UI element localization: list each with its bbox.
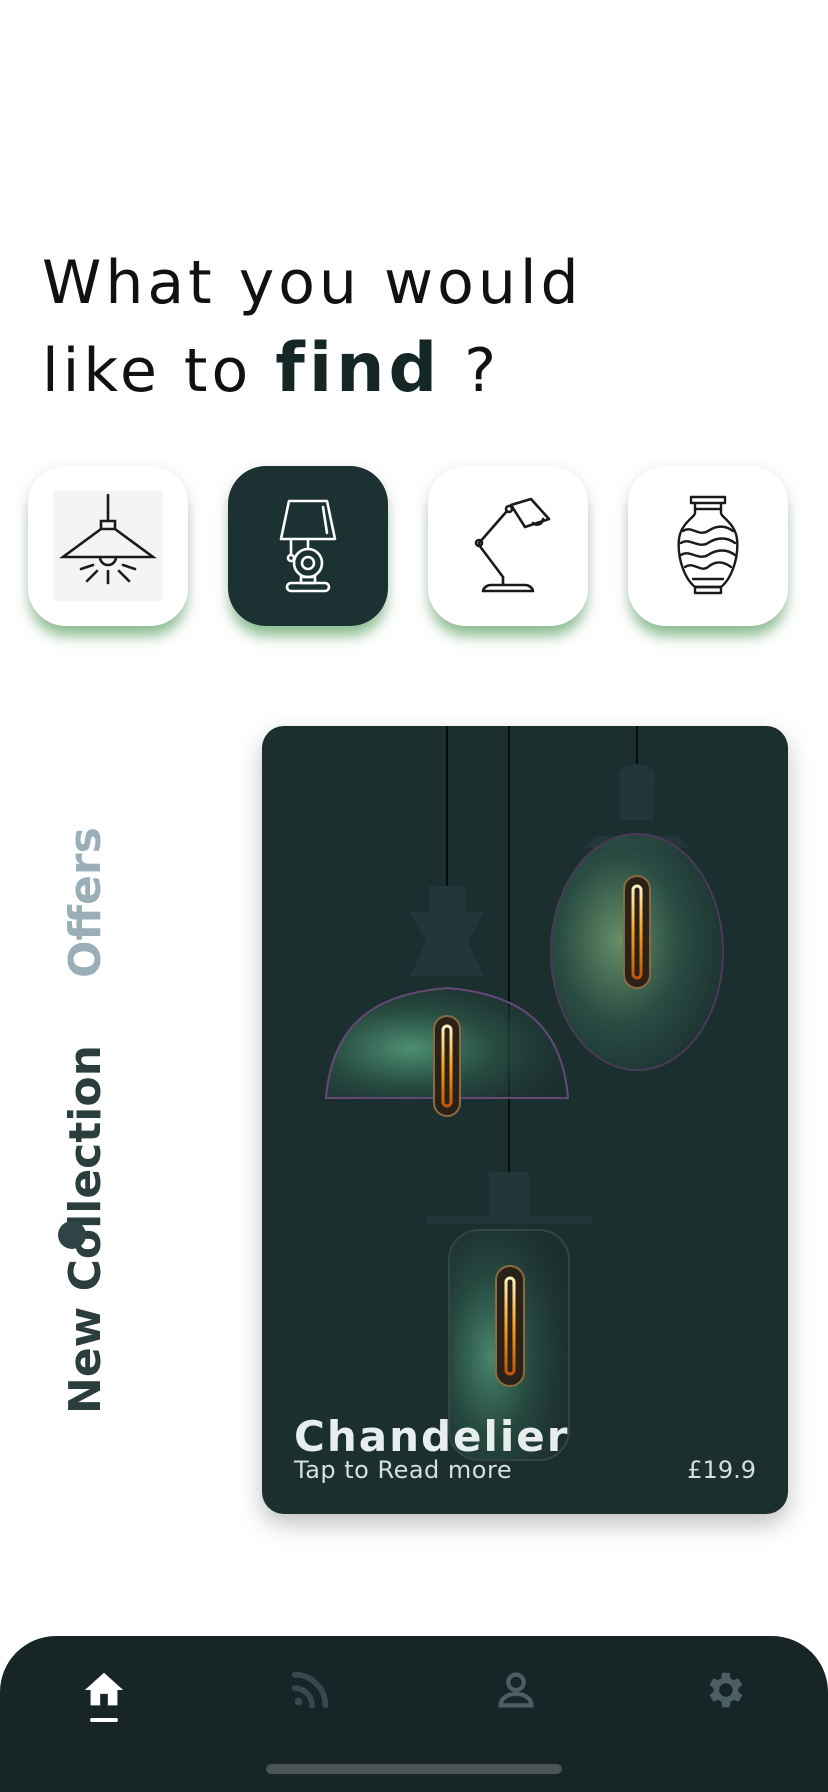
desk-lamp-icon [474,497,551,593]
profile-icon [498,1672,534,1708]
tab-offers[interactable]: Offers [60,827,111,978]
category-table-lamp[interactable] [228,466,388,626]
vase-icon [677,495,739,595]
headline-line-1: What you would [42,248,583,318]
category-desk-lamp[interactable] [428,466,588,626]
product-title: Chandelier [294,1412,570,1461]
nav-home[interactable] [74,1660,134,1720]
settings-icon [709,1672,743,1708]
ceiling-lamp-icon [53,491,163,601]
nav-profile[interactable] [486,1660,546,1720]
home-icon [84,1672,124,1706]
feed-icon [291,1671,329,1709]
nav-active-underline [90,1718,118,1722]
headline-strong-word: find [275,329,442,408]
product-card[interactable]: Chandelier Tap to Read more £19.9 [262,726,788,1514]
category-ceiling-lamp[interactable] [28,466,188,626]
bottom-navigation [0,1636,828,1792]
headline-line-2: like to find ? [42,326,583,414]
pendant-lamps-image [324,726,724,1461]
headline-prefix: like to [42,336,276,406]
headline-suffix: ? [441,336,501,406]
nav-settings[interactable] [694,1660,754,1720]
category-selector [28,466,788,626]
category-vase[interactable] [628,466,788,626]
home-indicator [266,1764,562,1774]
nav-feed[interactable] [280,1660,340,1720]
table-lamp-icon [279,499,337,593]
page-headline: What you would like to find ? [42,240,583,414]
read-more-link[interactable]: Tap to Read more [294,1456,512,1484]
product-price: £19.9 [687,1456,756,1484]
active-tab-indicator [58,1221,86,1249]
